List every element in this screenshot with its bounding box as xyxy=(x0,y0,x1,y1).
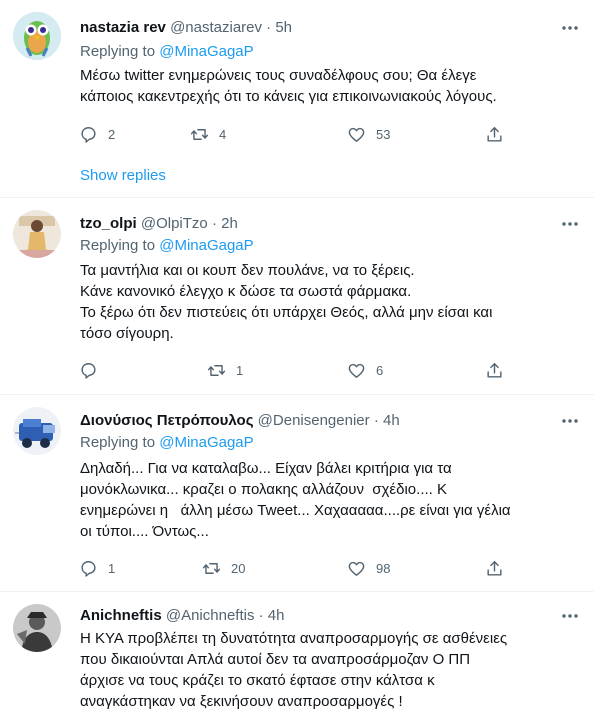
tweet-text: Η ΚΥΑ προβλέπει τη δυνατότητα αναπροσαρμ… xyxy=(80,628,580,712)
like-icon xyxy=(348,561,365,576)
reply-icon xyxy=(81,126,96,143)
tweet-text-line: Τα μαντήλια και οι κουπ δεν πουλάνε, να … xyxy=(80,262,415,279)
timestamp[interactable]: · 4h xyxy=(374,412,400,429)
reply-button[interactable]: 2 xyxy=(70,117,115,151)
like-button[interactable]: 53 xyxy=(338,117,390,151)
tweet-text: Μέσω twitter ενημερώνεις τους συναδέλφου… xyxy=(80,65,580,107)
display-name[interactable]: Anichneftis xyxy=(80,607,162,624)
share-button[interactable] xyxy=(476,353,514,387)
tweet-text-line: μονόκλωνικα... κραζει ο πολακης αλλάζουν… xyxy=(80,481,447,498)
display-name[interactable]: tzo_olpi xyxy=(80,215,137,232)
retweet-count: 20 xyxy=(231,560,246,576)
reply-count: 1 xyxy=(108,560,116,576)
tweet-text: Δηλαδή... Για να καταλαβω... Είχαν βάλει… xyxy=(80,458,580,542)
mention-link[interactable]: @MinaGagaP xyxy=(159,434,253,451)
user-handle[interactable]: @Denisengenier xyxy=(258,412,370,429)
action-bar: 1 6 xyxy=(70,353,510,387)
avatar[interactable] xyxy=(13,12,61,60)
retweet-icon xyxy=(190,128,209,140)
more-icon[interactable] xyxy=(560,214,580,234)
like-count: 98 xyxy=(376,560,391,576)
tweet-text-line: ενημερώνει η άλλη μέσω Tweet... Χαχααααα… xyxy=(80,502,511,519)
show-replies-link[interactable]: Show replies xyxy=(80,166,166,186)
action-bar: 1 20 98 xyxy=(70,551,510,585)
retweet-button[interactable]: 20 xyxy=(193,551,245,585)
timestamp[interactable]: · 2h xyxy=(212,215,238,232)
timestamp[interactable]: · 5h xyxy=(266,19,292,36)
tweet[interactable]: nastazia rev @nastaziarev · 5h Replying … xyxy=(0,0,594,198)
tweet-text-line: τόσο σίγουρη. xyxy=(80,325,174,342)
more-icon[interactable] xyxy=(560,18,580,38)
mention-link[interactable]: @MinaGagaP xyxy=(159,237,253,254)
timestamp[interactable]: · 4h xyxy=(259,607,285,624)
like-icon xyxy=(348,363,365,378)
more-icon[interactable] xyxy=(560,606,580,626)
share-button[interactable] xyxy=(476,117,514,151)
retweet-icon xyxy=(207,364,226,376)
tweet-text-line: κάποιος κακεντρεχής ότι το κάνεις για επ… xyxy=(80,88,497,105)
more-icon[interactable] xyxy=(560,411,580,431)
retweet-icon xyxy=(202,562,221,574)
replying-label: Replying to xyxy=(80,237,156,254)
like-icon xyxy=(348,127,365,142)
retweet-count: 1 xyxy=(236,362,244,378)
tweet-text-line: Δηλαδή... Για να καταλαβω... Είχαν βάλει… xyxy=(80,460,452,477)
tweet-text-line: Η ΚΥΑ προβλέπει τη δυνατότητα αναπροσαρμ… xyxy=(80,630,508,647)
reply-button[interactable]: 1 xyxy=(70,551,115,585)
user-handle[interactable]: @Anichneftis xyxy=(166,607,255,624)
share-icon xyxy=(487,362,502,378)
tweet-text-line: Κάνε κανονικό έλεγχο κ δώσε τα σωστά φάρ… xyxy=(80,283,412,300)
user-handle[interactable]: @nastaziarev xyxy=(170,19,262,36)
retweet-button[interactable]: 1 xyxy=(198,353,243,387)
tweet-text-line: άρχισε να τους κράζει το σκατό έφτασε στ… xyxy=(80,672,435,689)
share-icon xyxy=(487,560,502,576)
user-handle[interactable]: @OlpiTzo xyxy=(141,215,208,232)
replying-label: Replying to xyxy=(80,43,156,60)
reply-icon xyxy=(81,560,96,577)
replying-label: Replying to xyxy=(80,434,156,451)
mention-link[interactable]: @MinaGagaP xyxy=(159,43,253,60)
tweet[interactable]: tzo_olpi @OlpiTzo · 2h Replying to @Mina… xyxy=(0,198,594,395)
like-count: 6 xyxy=(376,362,384,378)
display-name[interactable]: nastazia rev xyxy=(80,19,166,36)
retweet-count: 4 xyxy=(219,126,227,142)
like-button[interactable]: 98 xyxy=(338,551,390,585)
tweet-text-line: οι τύποι.... Όντως... xyxy=(80,523,209,540)
reply-count: 2 xyxy=(108,126,116,142)
retweet-button[interactable]: 4 xyxy=(181,117,226,151)
avatar[interactable] xyxy=(13,210,61,258)
reply-button[interactable] xyxy=(70,353,108,387)
display-name[interactable]: Διονύσιος Πετρόπουλος xyxy=(80,412,254,429)
share-button[interactable] xyxy=(476,551,514,585)
like-count: 53 xyxy=(376,126,391,142)
tweet-text-line: που δικαιούνται Απλά αυτοί δεν τα αναπρο… xyxy=(80,651,471,668)
tweet-text-line: αναγκάστηκαν να ξεκινήσουν αναπροσαρμογέ… xyxy=(80,693,403,710)
reply-icon xyxy=(81,362,96,379)
action-bar: 2 4 53 xyxy=(70,117,510,151)
tweet-text-line: Μέσω twitter ενημερώνεις τους συναδέλφου… xyxy=(80,67,477,84)
tweet[interactable]: Anichneftis @Anichneftis · 4h Η ΚΥΑ προβ… xyxy=(0,592,594,726)
like-button[interactable]: 6 xyxy=(338,353,383,387)
tweet-text: Τα μαντήλια και οι κουπ δεν πουλάνε, να … xyxy=(80,260,580,344)
tweet-text-line: Το ξέρω ότι δεν πιστεύεις ότι υπάρχει Θε… xyxy=(80,304,493,321)
tweet[interactable]: Διονύσιος Πετρόπουλος @Denisengenier · 4… xyxy=(0,395,594,592)
share-icon xyxy=(487,126,502,142)
avatar[interactable] xyxy=(13,604,61,652)
avatar[interactable] xyxy=(13,407,61,455)
